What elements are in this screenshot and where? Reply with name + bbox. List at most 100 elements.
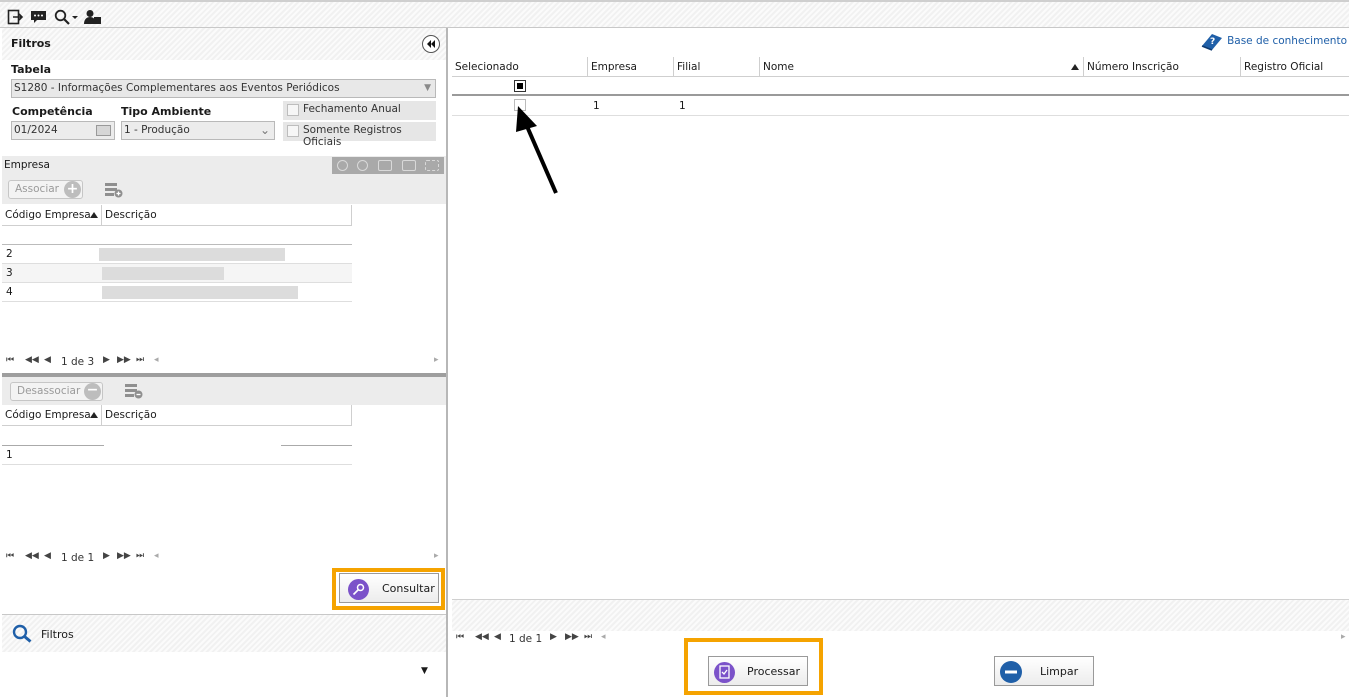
desassociar-button[interactable]: Desassociar − xyxy=(10,382,103,401)
associar-button[interactable]: Associar + xyxy=(8,180,83,199)
page-indicator: 1 de 3 xyxy=(61,356,95,368)
grid-tools-strip xyxy=(332,157,444,174)
collapse-panel-button[interactable] xyxy=(422,35,440,53)
tipo-ambiente-select[interactable]: 1 - Produção ⌄ xyxy=(121,121,275,140)
next-fast-icon[interactable]: ▶▶ xyxy=(117,355,131,365)
expand-icon[interactable] xyxy=(425,160,440,171)
tabela-label: Tabela xyxy=(11,63,52,76)
col-filial[interactable]: Filial xyxy=(674,57,760,77)
tabela-value: S1280 - Informações Complementares aos E… xyxy=(14,82,340,94)
select-all-checkbox[interactable] xyxy=(514,80,526,92)
bottom-nav-filtros[interactable]: Filtros xyxy=(2,614,446,652)
page-indicator: 1 de 1 xyxy=(509,633,543,645)
results-pager: ⏮ ◀◀ ◀ 1 de 1 ▶ ▶▶ ⏭ ◂ ▸ xyxy=(456,632,1349,648)
select-all-row xyxy=(452,78,1349,96)
prev-page-icon[interactable]: ◀ xyxy=(44,355,51,365)
minus-icon: − xyxy=(84,383,101,400)
last-page-icon[interactable]: ⏭ xyxy=(136,551,144,561)
prev-fast-icon[interactable]: ◀◀ xyxy=(25,355,39,365)
consultar-button[interactable]: Consultar xyxy=(339,573,439,603)
plus-icon: + xyxy=(64,181,81,198)
next-fast-icon[interactable]: ▶▶ xyxy=(565,632,579,642)
chevron-down-icon[interactable]: ▼ xyxy=(421,666,428,676)
scroll-right-icon[interactable]: ▸ xyxy=(434,355,439,365)
calendar-grid-icon[interactable] xyxy=(401,160,416,171)
somente-registros-checkbox-row[interactable]: Somente Registros Oficiais xyxy=(283,122,436,148)
processar-button[interactable]: Processar xyxy=(708,656,808,686)
col-registro-oficial[interactable]: Registro Oficial xyxy=(1241,57,1349,77)
fechamento-anual-checkbox[interactable] xyxy=(287,104,299,116)
user-icon[interactable] xyxy=(84,8,102,25)
key-icon xyxy=(348,579,369,600)
col-codigo-empresa[interactable]: Código Empresa xyxy=(2,205,102,226)
col-descricao[interactable]: Descrição xyxy=(102,205,352,226)
competencia-field[interactable]: 01/2024 xyxy=(11,121,115,140)
empresa-section-header: Empresa xyxy=(2,156,446,174)
scroll-right-icon[interactable]: ▸ xyxy=(1341,632,1346,642)
table-row[interactable]: 3 xyxy=(2,264,352,283)
somente-registros-checkbox[interactable] xyxy=(287,125,299,137)
sort-asc-icon xyxy=(90,212,98,218)
fechamento-anual-label: Fechamento Anual xyxy=(303,103,401,115)
add-list-icon[interactable] xyxy=(105,182,123,198)
undo-icon[interactable] xyxy=(336,160,348,171)
first-page-icon[interactable]: ⏮ xyxy=(456,632,464,642)
search-icon[interactable] xyxy=(357,160,369,171)
last-page-icon[interactable]: ⏭ xyxy=(584,632,592,642)
exit-icon[interactable] xyxy=(7,8,23,25)
sort-asc-icon xyxy=(1071,64,1079,70)
table-row[interactable]: 2 xyxy=(2,245,352,264)
available-grid-header: Código Empresa Descrição xyxy=(2,205,352,226)
fechamento-anual-checkbox-row[interactable]: Fechamento Anual xyxy=(283,101,436,120)
annotation-arrow-icon xyxy=(516,106,558,194)
results-panel: ? Base de conhecimento Selecionado Empre… xyxy=(450,28,1349,697)
redacted-text xyxy=(102,267,224,280)
chat-icon[interactable] xyxy=(30,8,47,25)
table-row[interactable]: 1 1 xyxy=(452,96,1349,116)
last-page-icon[interactable]: ⏭ xyxy=(136,355,144,365)
filtros-nav-label: Filtros xyxy=(41,628,74,641)
filters-header: Filtros xyxy=(2,28,446,60)
knowledge-book-icon: ? xyxy=(1201,34,1223,51)
col-nome[interactable]: Nome xyxy=(760,57,1084,77)
columns-icon[interactable] xyxy=(377,160,392,171)
available-pager: ⏮ ◀◀ ◀ 1 de 3 ▶ ▶▶ ⏭ ◂ ▸ xyxy=(6,355,442,371)
prev-fast-icon[interactable]: ◀◀ xyxy=(25,551,39,561)
scroll-left-icon[interactable]: ◂ xyxy=(154,355,159,365)
next-page-icon[interactable]: ▶ xyxy=(103,355,110,365)
limpar-button[interactable]: Limpar xyxy=(994,656,1094,686)
prev-fast-icon[interactable]: ◀◀ xyxy=(475,632,489,642)
filters-title: Filtros xyxy=(11,37,51,50)
next-page-icon[interactable]: ▶ xyxy=(103,551,110,561)
first-page-icon[interactable]: ⏮ xyxy=(6,551,14,561)
prev-page-icon[interactable]: ◀ xyxy=(494,632,501,642)
chevron-down-icon: ▼ xyxy=(424,83,431,93)
calendar-icon[interactable] xyxy=(96,125,111,136)
desassociar-label: Desassociar xyxy=(17,385,81,397)
scroll-left-icon[interactable]: ◂ xyxy=(154,551,159,561)
double-chevron-left-icon xyxy=(427,40,435,48)
scroll-right-icon[interactable]: ▸ xyxy=(434,551,439,561)
next-page-icon[interactable]: ▶ xyxy=(550,632,557,642)
redacted-text xyxy=(102,286,298,299)
scroll-left-icon[interactable]: ◂ xyxy=(601,632,606,642)
first-page-icon[interactable]: ⏮ xyxy=(6,355,14,365)
col-codigo-empresa[interactable]: Código Empresa xyxy=(2,405,102,426)
table-row[interactable]: 1 xyxy=(2,446,352,465)
col-selecionado[interactable]: Selecionado xyxy=(452,57,588,77)
minus-circle-icon xyxy=(1000,661,1022,683)
tabela-select[interactable]: S1280 - Informações Complementares aos E… xyxy=(11,79,436,98)
table-row[interactable]: 4 xyxy=(2,283,352,302)
col-descricao[interactable]: Descrição xyxy=(102,405,352,426)
col-empresa[interactable]: Empresa xyxy=(588,57,674,77)
prev-page-icon[interactable]: ◀ xyxy=(44,551,51,561)
associar-label: Associar xyxy=(15,183,59,195)
page-indicator: 1 de 1 xyxy=(61,552,95,564)
remove-list-icon[interactable] xyxy=(125,383,143,399)
col-numero-inscricao[interactable]: Número Inscrição xyxy=(1084,57,1241,77)
document-check-icon xyxy=(714,662,735,683)
next-fast-icon[interactable]: ▶▶ xyxy=(117,551,131,561)
search-dropdown-icon[interactable] xyxy=(54,8,78,25)
help-link[interactable]: ? Base de conhecimento xyxy=(1200,31,1347,51)
empresa-section-label: Empresa xyxy=(4,159,50,171)
